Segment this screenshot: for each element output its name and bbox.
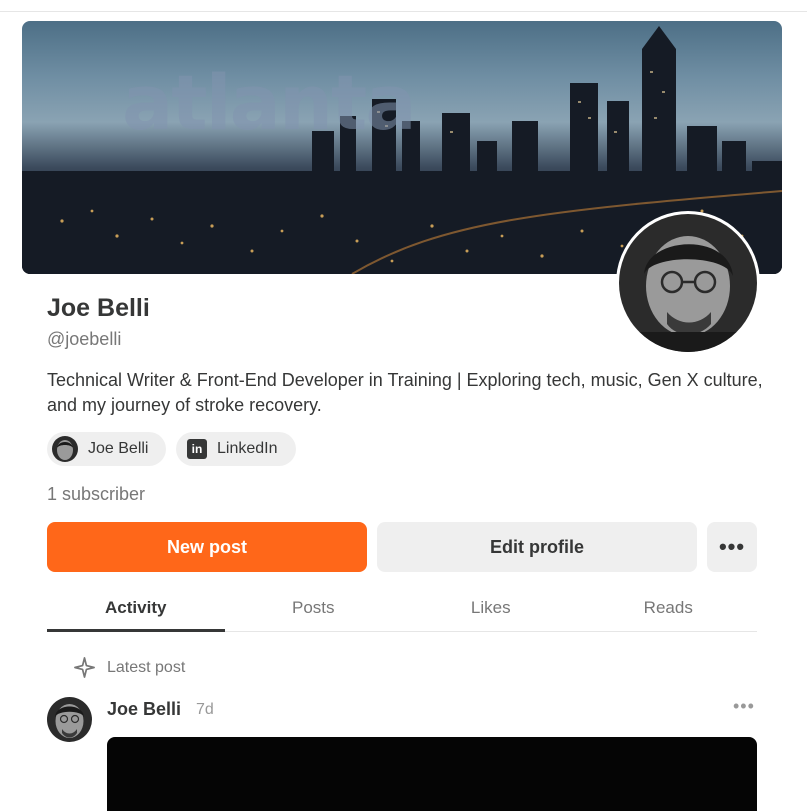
profile-name: Joe Belli — [47, 294, 150, 322]
tab-activity[interactable]: Activity — [47, 590, 225, 632]
post-timestamp: 7d — [196, 701, 214, 718]
latest-post-header: Latest post — [73, 656, 185, 679]
post-more-button[interactable]: ••• — [733, 696, 755, 717]
profile-bio: Technical Writer & Front-End Developer i… — [47, 370, 763, 415]
post-author[interactable]: Joe Belli — [107, 699, 181, 720]
link-chip-label: LinkedIn — [217, 440, 278, 457]
post-media-preview[interactable] — [107, 737, 757, 811]
tab-likes[interactable]: Likes — [402, 590, 580, 631]
latest-post-label: Latest post — [107, 658, 186, 676]
linkedin-icon: in — [187, 439, 207, 459]
avatar — [52, 436, 78, 462]
more-options-button[interactable]: ••• — [707, 522, 757, 572]
avatar[interactable] — [47, 697, 92, 742]
edit-profile-button[interactable]: Edit profile — [377, 522, 697, 572]
tab-reads[interactable]: Reads — [580, 590, 758, 631]
profile-handle: @joebelli — [47, 329, 122, 349]
link-chip-joe-belli[interactable]: Joe Belli — [47, 432, 167, 466]
banner-watermark-text: atlanta — [122, 58, 417, 147]
top-divider — [0, 0, 807, 12]
tab-posts[interactable]: Posts — [225, 590, 403, 631]
new-post-button[interactable]: New post — [47, 522, 367, 572]
subscriber-count[interactable]: 1 subscriber — [47, 484, 145, 505]
sparkle-icon — [74, 657, 95, 678]
link-chip-linkedin[interactable]: in LinkedIn — [176, 432, 296, 466]
profile-avatar[interactable] — [616, 211, 760, 355]
link-chip-label: Joe Belli — [88, 440, 149, 457]
profile-tabs: Activity Posts Likes Reads — [47, 590, 757, 632]
